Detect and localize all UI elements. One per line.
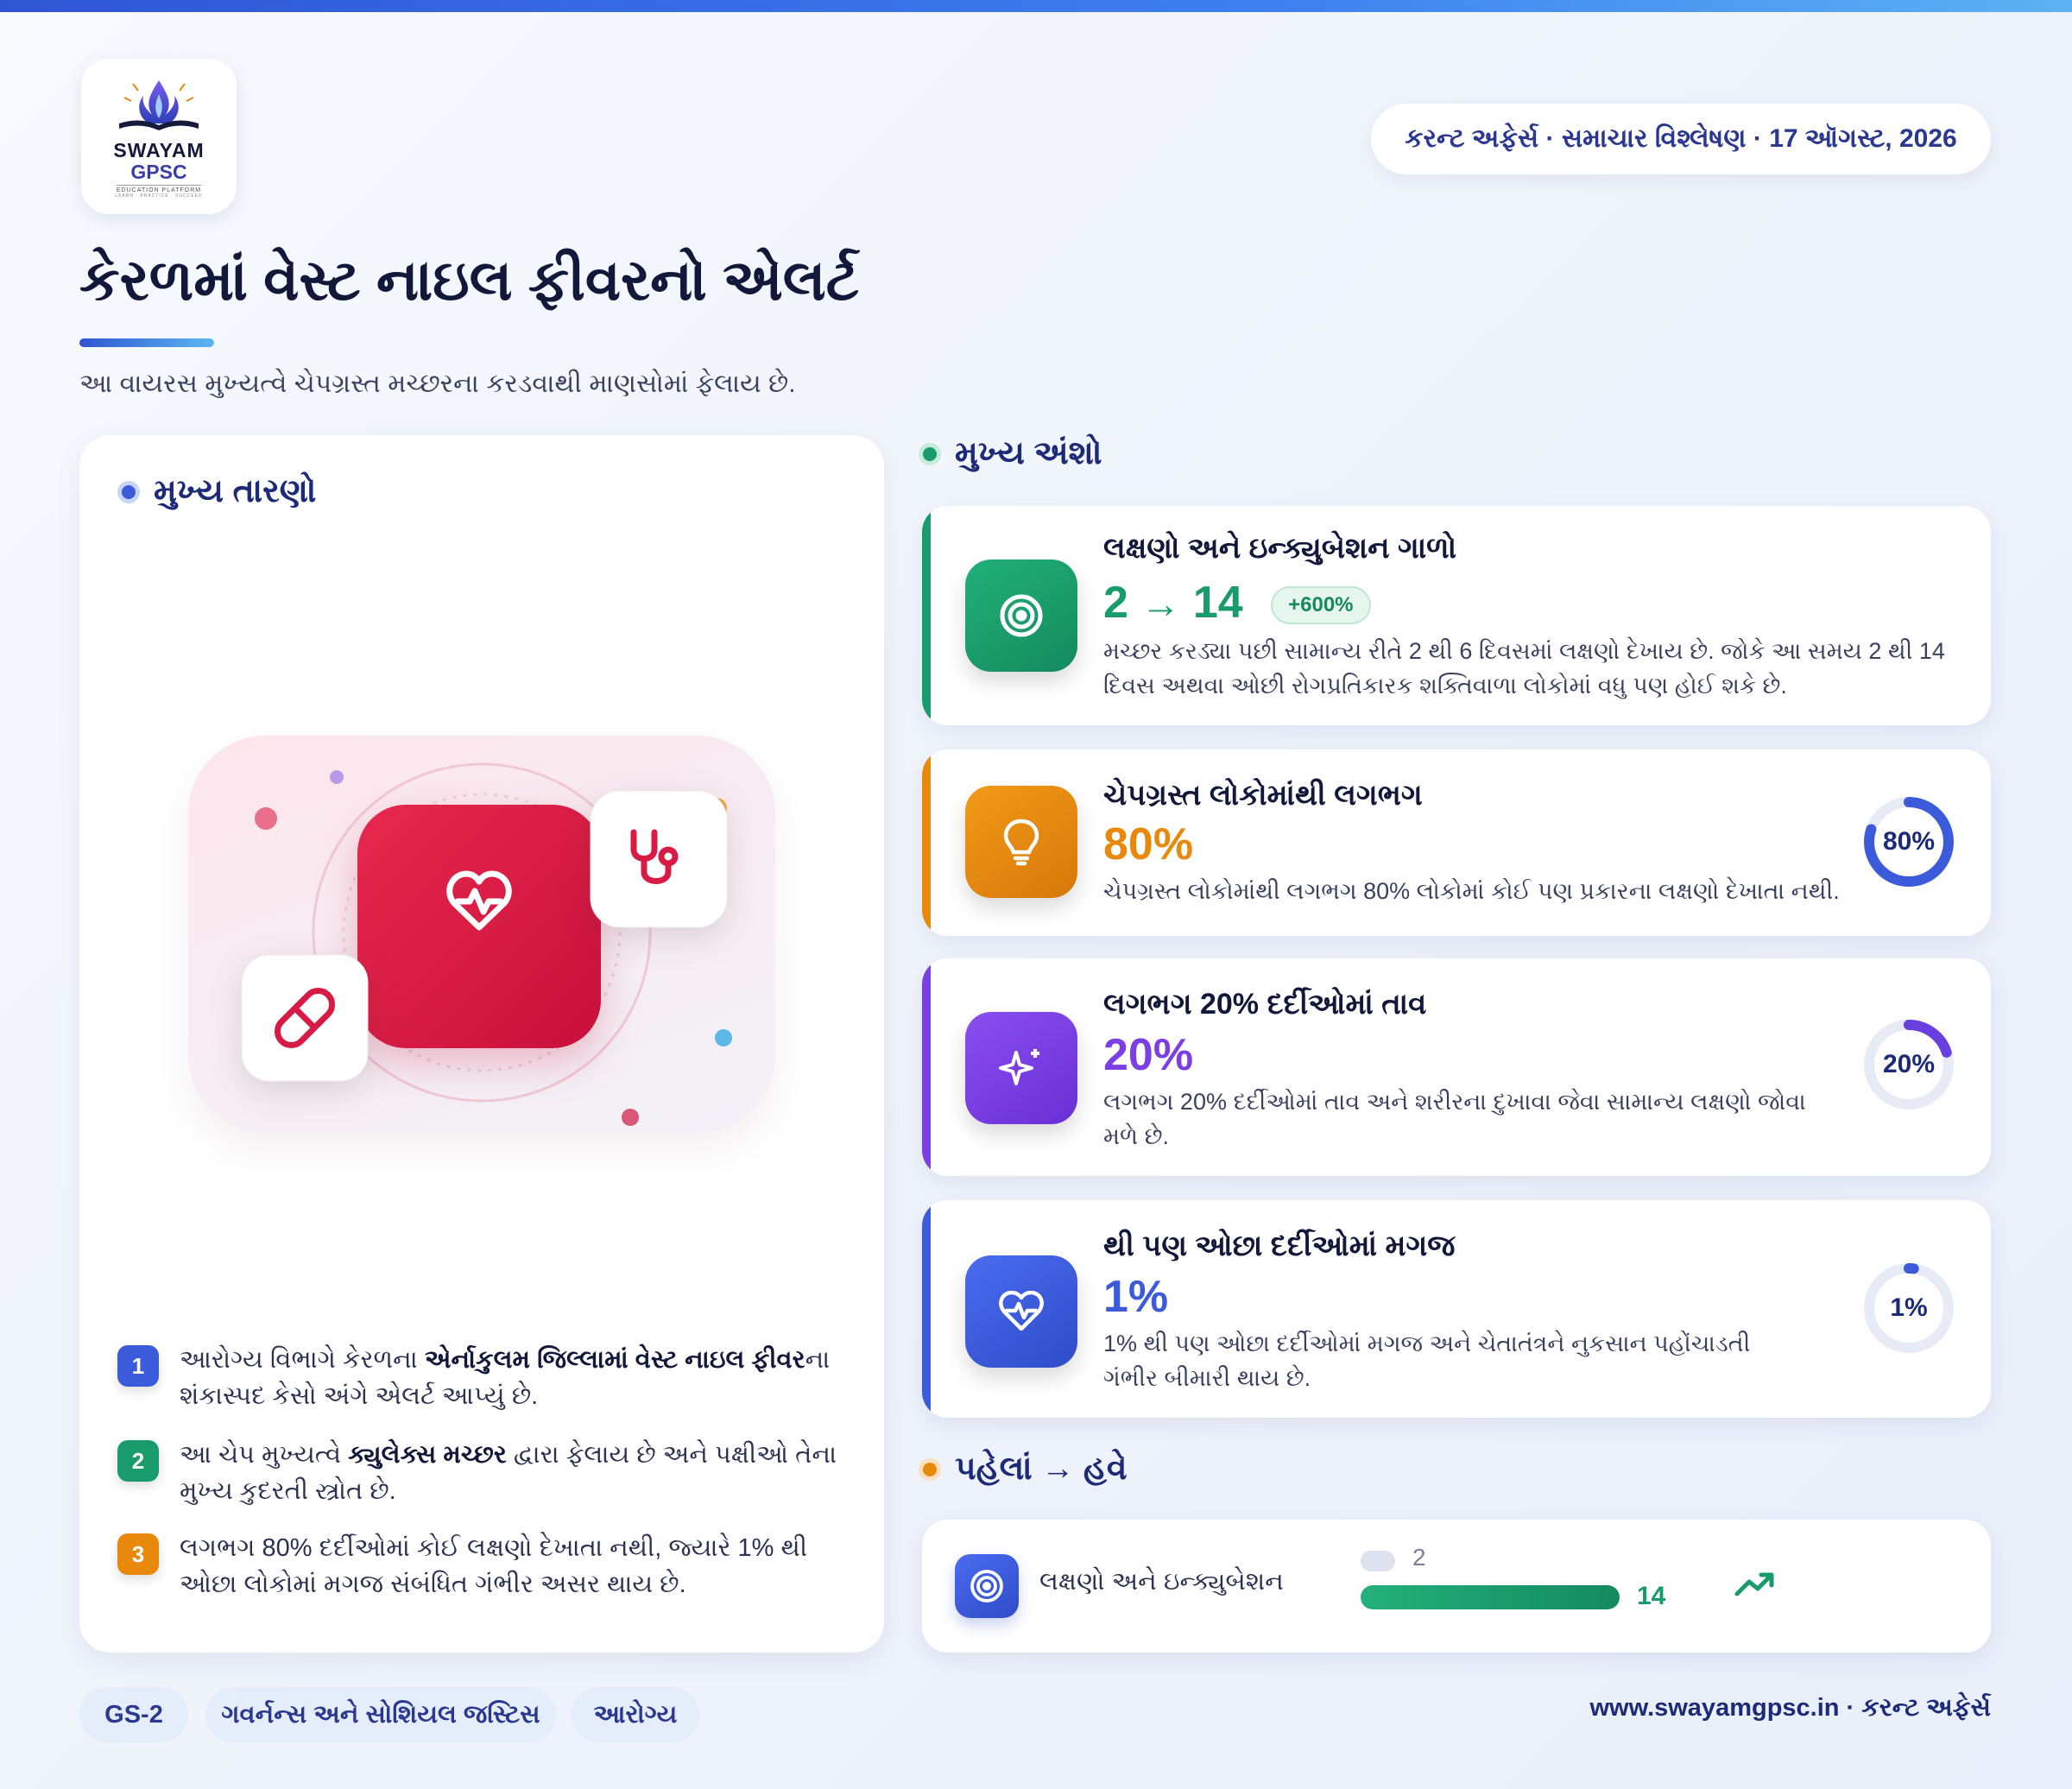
key-findings-card: મુખ્ય તારણો 1 આરોગ્ય વિભાગે કેરળના એર્ના… (79, 435, 884, 1653)
bullet-dot-icon (117, 480, 140, 503)
finding-item-2: 2 આ ચેપ મુખ્યત્વે ક્યુલેક્સ મચ્છર દ્વારા… (117, 1437, 860, 1509)
now-track: 14 (1361, 1582, 1665, 1611)
footer-site-link[interactable]: www.swayamgpsc.in · કરન્ટ અફેર્સ (1589, 1694, 1991, 1723)
brand-tagline: EDUCATION PLATFORM (116, 184, 202, 193)
highlights-heading-text: મુખ્ય અંશો (955, 435, 1102, 471)
brand-name-line2: GPSC (130, 160, 187, 183)
heart-pulse-icon (965, 1255, 1077, 1368)
decor-dot (255, 807, 277, 830)
card-value: 1% (1103, 1272, 1169, 1322)
before-now-heading-text: પહેલાં → હવે (955, 1451, 1128, 1487)
finding-text: આ ચેપ મુખ્યત્વે ક્યુલેક્સ મચ્છર દ્વારા ફ… (180, 1441, 837, 1505)
decor-dot (622, 1109, 639, 1126)
brand-logo: SWAYAM GPSC EDUCATION PLATFORM LEARN · P… (81, 59, 237, 214)
illustration-graphic (241, 762, 732, 1126)
brand-name-line1: SWAYAM (113, 138, 205, 161)
ring-value: 20% (1882, 1050, 1936, 1078)
card-title: થી પણ ઓછા દર્દીઓમાં મગજ (1103, 1230, 1456, 1262)
before-value: 2 (1412, 1544, 1426, 1571)
finding-number-badge: 3 (117, 1533, 159, 1575)
highlight-card-incubation: લક્ષણો અને ઇન્ક્યુબેશન ગાળો 2 → 14 +600%… (922, 506, 1991, 725)
tag-governance: ગવર્નન્સ અને સોશિયલ જસ્ટિસ (205, 1687, 556, 1742)
card-accent-bar (922, 1200, 931, 1418)
before-now-label: લક્ષણો અને ઇન્ક્યુબેશન (1039, 1568, 1284, 1596)
card-accent-bar (922, 749, 931, 936)
page-subtitle: આ વાયરસ મુખ્યત્વે ચેપગ્રસ્ત મચ્છરના કરડવ… (79, 370, 796, 398)
now-bar (1361, 1585, 1620, 1609)
bullet-dot-icon (919, 1457, 941, 1481)
bullet-dot-icon (919, 442, 941, 465)
change-chip: +600% (1271, 586, 1371, 625)
now-value: 14 (1637, 1582, 1666, 1610)
finding-text: લગભગ 80% દર્દીઓમાં કોઈ લક્ષણો દેખાતા નથી… (180, 1534, 808, 1598)
title-underline (79, 338, 214, 347)
target-icon (965, 559, 1077, 672)
target-icon (955, 1554, 1019, 1618)
finding-number-badge: 2 (117, 1440, 159, 1482)
card-accent-bar (922, 958, 931, 1176)
lightbulb-icon (965, 786, 1077, 898)
card-value: 2 → 14 +600% (1103, 577, 1371, 629)
health-illustration (188, 736, 775, 1133)
key-findings-heading-text: મુખ્ય તારણો (154, 473, 317, 509)
date-pill: કરન્ટ અફેર્સ · સમાચાર વિશ્લેષણ · 17 ઑગસ્… (1371, 104, 1991, 174)
sparkle-icon (965, 1012, 1077, 1124)
arrow-right-icon: → (1140, 581, 1181, 626)
percent-ring: 1% (1861, 1261, 1956, 1356)
card-title: લગભગ 20% દર્દીઓમાં તાવ (1103, 988, 1427, 1021)
percent-ring: 20% (1861, 1017, 1956, 1112)
before-track: 2 (1361, 1544, 1620, 1573)
trend-up-icon (1734, 1572, 1774, 1596)
finding-item-1: 1 આરોગ્ય વિભાગે કેરળના એર્નાકુલમ જિલ્લામ… (117, 1342, 860, 1414)
highlight-card-asymptomatic: ચેપગ્રસ્ત લોકોમાંથી લગભગ 80% ચેપગ્રસ્ત લ… (922, 749, 1991, 936)
percent-ring: 80% (1861, 794, 1956, 889)
finding-item-3: 3 લગભગ 80% દર્દીઓમાં કોઈ લક્ષણો દેખાતા ન… (117, 1530, 860, 1603)
page-title: કેરળમાં વેસ્ટ નાઇલ ફીવરનો એલર્ટ (79, 248, 860, 312)
decor-dot (715, 1029, 732, 1046)
before-now-heading: પહેલાં → હવે (919, 1451, 1128, 1488)
highlights-heading: મુખ્ય અંશો (919, 435, 1102, 472)
before-bar (1361, 1551, 1395, 1571)
card-description: મચ્છર કરડ્યા પછી સામાન્ય રીતે 2 થી 6 દિવ… (1103, 638, 1945, 699)
brand-motto: LEARN · PRACTICE · SUCCEED (115, 193, 203, 199)
ring-value: 80% (1882, 827, 1936, 856)
card-description: લગભગ 20% દર્દીઓમાં તાવ અને શરીરના દુખાવા… (1103, 1089, 1806, 1149)
tag-gs2: GS-2 (79, 1687, 188, 1742)
decor-dot (330, 770, 344, 784)
ring-value: 1% (1890, 1293, 1928, 1322)
card-value: 80% (1103, 819, 1194, 869)
key-findings-heading: મુખ્ય તારણો (117, 473, 316, 510)
tag-health: આરોગ્ય (572, 1687, 699, 1742)
top-accent-bar (0, 0, 2072, 12)
card-description: ચેપગ્રસ્ત લોકોમાંથી લગભગ 80% લોકોમાં કોઈ… (1103, 878, 1840, 904)
finding-text: આરોગ્ય વિભાગે કેરળના એર્નાકુલમ જિલ્લામાં… (180, 1346, 831, 1410)
card-title: લક્ષણો અને ઇન્ક્યુબેશન ગાળો (1103, 532, 1457, 565)
flame-book-icon (119, 79, 199, 130)
card-accent-bar (922, 506, 931, 725)
before-now-card: લક્ષણો અને ઇન્ક્યુબેશન 2 14 (922, 1520, 1991, 1653)
highlight-card-fever: લગભગ 20% દર્દીઓમાં તાવ 20% લગભગ 20% દર્દ… (922, 958, 1991, 1176)
value-from: 2 (1103, 578, 1128, 628)
finding-number-badge: 1 (117, 1345, 159, 1387)
card-title: ચેપગ્રસ્ત લોકોમાંથી લગભગ (1103, 779, 1423, 812)
card-value: 20% (1103, 1030, 1194, 1080)
highlight-card-brain: થી પણ ઓછા દર્દીઓમાં મગજ 1% 1% થી પણ ઓછા … (922, 1200, 1991, 1418)
card-description: 1% થી પણ ઓછા દર્દીઓમાં મગજ અને ચેતાતંત્ર… (1103, 1331, 1751, 1391)
value-to: 14 (1192, 578, 1243, 628)
